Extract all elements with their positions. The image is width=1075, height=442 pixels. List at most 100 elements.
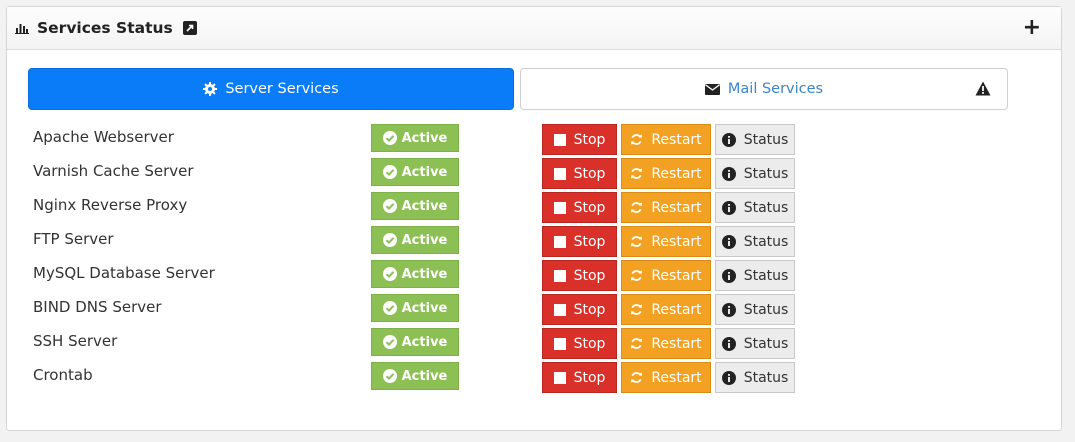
gear-icon: [203, 82, 218, 96]
service-name: Crontab: [33, 366, 93, 384]
restart-button-label: Restart: [651, 131, 702, 148]
active-status-badge: Active: [371, 260, 459, 288]
service-name: Varnish Cache Server: [33, 162, 194, 180]
check-circle-icon: [382, 131, 397, 145]
service-name: MySQL Database Server: [33, 264, 215, 282]
stop-button[interactable]: Stop: [542, 124, 617, 155]
service-name: Apache Webserver: [33, 128, 174, 146]
status-button-label: Status: [743, 131, 789, 148]
status-badge-label: Active: [401, 368, 448, 384]
info-circle-icon: [721, 166, 736, 181]
status-button-label: Status: [743, 267, 789, 284]
refresh-icon: [630, 303, 643, 316]
status-button-label: Status: [743, 199, 789, 216]
tab-server-services[interactable]: Server Services: [28, 68, 514, 110]
info-circle-icon: [721, 234, 736, 249]
check-circle-icon: [382, 165, 397, 179]
restart-button-label: Restart: [651, 301, 702, 318]
status-button[interactable]: Status: [715, 226, 795, 257]
info-circle-icon: [721, 268, 736, 283]
restart-button[interactable]: Restart: [621, 294, 711, 325]
restart-button[interactable]: Restart: [621, 260, 711, 291]
stop-button[interactable]: Stop: [542, 294, 617, 325]
restart-button-label: Restart: [651, 369, 702, 386]
services-list: Apache Webserver Active Stop Restart Sta…: [7, 124, 1061, 396]
service-name: BIND DNS Server: [33, 298, 162, 316]
restart-button[interactable]: Restart: [621, 328, 711, 359]
stop-button[interactable]: Stop: [542, 362, 617, 393]
tab-mail-services[interactable]: Mail Services: [520, 68, 1008, 110]
restart-button-label: Restart: [651, 233, 702, 250]
status-badge-label: Active: [401, 198, 448, 214]
stop-button-label: Stop: [573, 301, 606, 318]
status-button[interactable]: Status: [715, 158, 795, 189]
status-button[interactable]: Status: [715, 260, 795, 291]
stop-square-icon: [553, 303, 566, 316]
active-status-badge: Active: [371, 226, 459, 254]
stop-button-label: Stop: [573, 335, 606, 352]
refresh-icon: [630, 201, 643, 214]
status-button-label: Status: [743, 335, 789, 352]
check-circle-icon: [382, 267, 397, 281]
status-badge-label: Active: [401, 130, 448, 146]
check-circle-icon: [382, 199, 397, 213]
info-circle-icon: [721, 302, 736, 317]
refresh-icon: [630, 337, 643, 350]
check-circle-icon: [382, 369, 397, 383]
stop-button-label: Stop: [573, 369, 606, 386]
check-circle-icon: [382, 335, 397, 349]
tab-mail-label: Mail Services: [727, 81, 824, 97]
restart-button[interactable]: Restart: [621, 192, 711, 223]
restart-button[interactable]: Restart: [621, 226, 711, 257]
refresh-icon: [630, 167, 643, 180]
active-status-badge: Active: [371, 124, 459, 152]
service-row: Nginx Reverse Proxy Active Stop Restart …: [7, 192, 1061, 226]
stop-square-icon: [553, 167, 566, 180]
panel-title: Services Status: [37, 19, 173, 37]
info-circle-icon: [721, 200, 736, 215]
stop-button-label: Stop: [573, 267, 606, 284]
stop-button[interactable]: Stop: [542, 158, 617, 189]
service-row: Varnish Cache Server Active Stop Restart…: [7, 158, 1061, 192]
restart-button-label: Restart: [651, 335, 702, 352]
refresh-icon: [630, 235, 643, 248]
restart-button-label: Restart: [651, 267, 702, 284]
restart-button[interactable]: Restart: [621, 158, 711, 189]
status-button-label: Status: [743, 233, 789, 250]
external-link-icon[interactable]: [182, 21, 197, 35]
service-name: Nginx Reverse Proxy: [33, 196, 188, 214]
status-button[interactable]: Status: [715, 192, 795, 223]
stop-square-icon: [553, 371, 566, 384]
stop-square-icon: [553, 269, 566, 282]
stop-button-label: Stop: [573, 165, 606, 182]
service-row: MySQL Database Server Active Stop Restar…: [7, 260, 1061, 294]
info-circle-icon: [721, 336, 736, 351]
status-button-label: Status: [743, 301, 789, 318]
status-badge-label: Active: [401, 334, 448, 350]
active-status-badge: Active: [371, 328, 459, 356]
service-row: FTP Server Active Stop Restart Status: [7, 226, 1061, 260]
check-circle-icon: [382, 233, 397, 247]
warning-icon: [975, 81, 991, 100]
restart-button-label: Restart: [651, 165, 702, 182]
stop-button[interactable]: Stop: [542, 226, 617, 257]
services-status-panel: Services Status + Server Services Mail S…: [6, 6, 1062, 431]
status-button[interactable]: Status: [715, 328, 795, 359]
status-button-label: Status: [743, 165, 789, 182]
restart-button[interactable]: Restart: [621, 124, 711, 155]
panel-header: Services Status +: [7, 7, 1061, 50]
status-button[interactable]: Status: [715, 362, 795, 393]
envelope-icon: [704, 83, 720, 95]
expand-plus-icon[interactable]: +: [1023, 17, 1041, 39]
stop-button[interactable]: Stop: [542, 260, 617, 291]
active-status-badge: Active: [371, 158, 459, 186]
status-badge-label: Active: [401, 266, 448, 282]
service-tabs: Server Services Mail Services: [28, 68, 1008, 110]
status-button[interactable]: Status: [715, 124, 795, 155]
stop-button[interactable]: Stop: [542, 328, 617, 359]
stop-button[interactable]: Stop: [542, 192, 617, 223]
restart-button[interactable]: Restart: [621, 362, 711, 393]
status-button[interactable]: Status: [715, 294, 795, 325]
refresh-icon: [630, 269, 643, 282]
stop-square-icon: [553, 201, 566, 214]
